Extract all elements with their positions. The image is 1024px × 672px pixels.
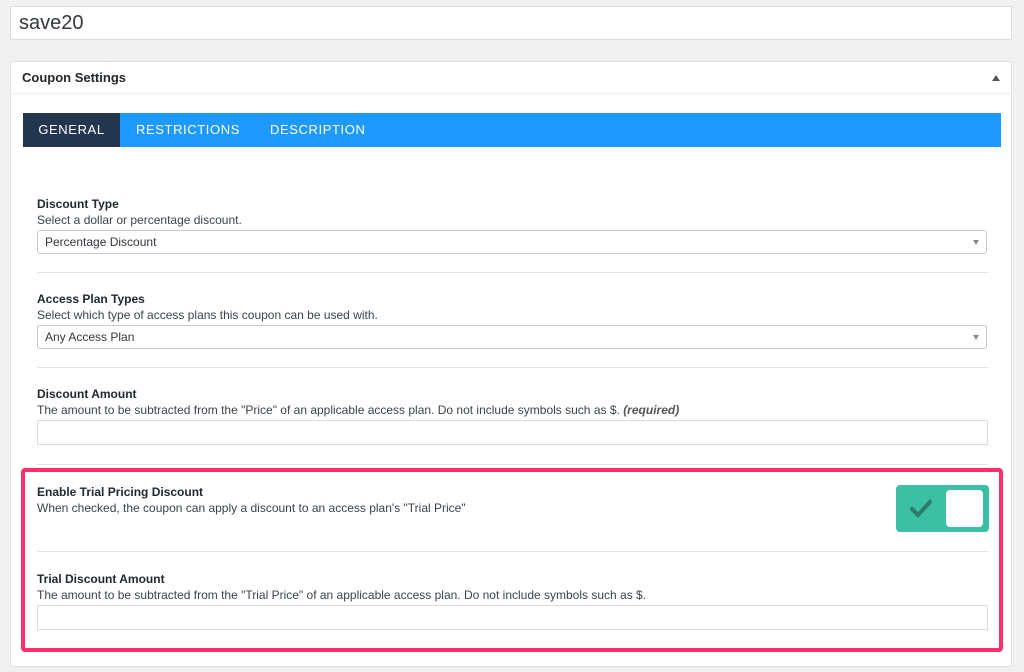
panel-header: Coupon Settings — [11, 62, 1011, 94]
required-marker: (required) — [623, 403, 680, 417]
chevron-down-icon — [973, 240, 979, 245]
discount-amount-description-text: The amount to be subtracted from the "Pr… — [37, 403, 620, 417]
access-plan-types-value: Any Access Plan — [45, 330, 135, 344]
access-plan-types-field: Access Plan Types Select which type of a… — [37, 292, 987, 349]
discount-type-select[interactable]: Percentage Discount — [37, 230, 987, 254]
enable-trial-toggle[interactable] — [896, 485, 989, 532]
discount-type-field: Discount Type Select a dollar or percent… — [37, 197, 987, 254]
tab-restrictions[interactable]: RESTRICTIONS — [120, 113, 253, 147]
tab-description[interactable]: DESCRIPTION — [253, 113, 365, 147]
discount-type-description: Select a dollar or percentage discount. — [37, 213, 242, 227]
settings-tabs: GENERAL RESTRICTIONS DESCRIPTION — [23, 113, 1001, 147]
discount-amount-field: Discount Amount The amount to be subtrac… — [37, 387, 988, 445]
divider — [37, 272, 988, 273]
tab-general[interactable]: GENERAL — [23, 113, 120, 147]
discount-type-value: Percentage Discount — [45, 235, 157, 249]
access-plan-types-select[interactable]: Any Access Plan — [37, 325, 987, 349]
divider — [37, 367, 988, 368]
discount-amount-input[interactable] — [37, 420, 988, 445]
coupon-title-input[interactable] — [10, 6, 1012, 40]
access-plan-types-description: Select which type of access plans this c… — [37, 308, 378, 322]
discount-amount-description: The amount to be subtracted from the "Pr… — [37, 403, 987, 418]
caret-up-icon[interactable] — [992, 75, 1000, 81]
highlight-box — [21, 468, 1003, 652]
discount-amount-label: Discount Amount — [37, 387, 137, 401]
access-plan-types-label: Access Plan Types — [37, 292, 145, 306]
panel-title: Coupon Settings — [22, 70, 126, 85]
discount-type-label: Discount Type — [37, 197, 119, 211]
checkmark-icon — [910, 499, 932, 518]
chevron-down-icon — [973, 335, 979, 340]
toggle-knob — [946, 490, 983, 527]
divider — [37, 464, 988, 465]
